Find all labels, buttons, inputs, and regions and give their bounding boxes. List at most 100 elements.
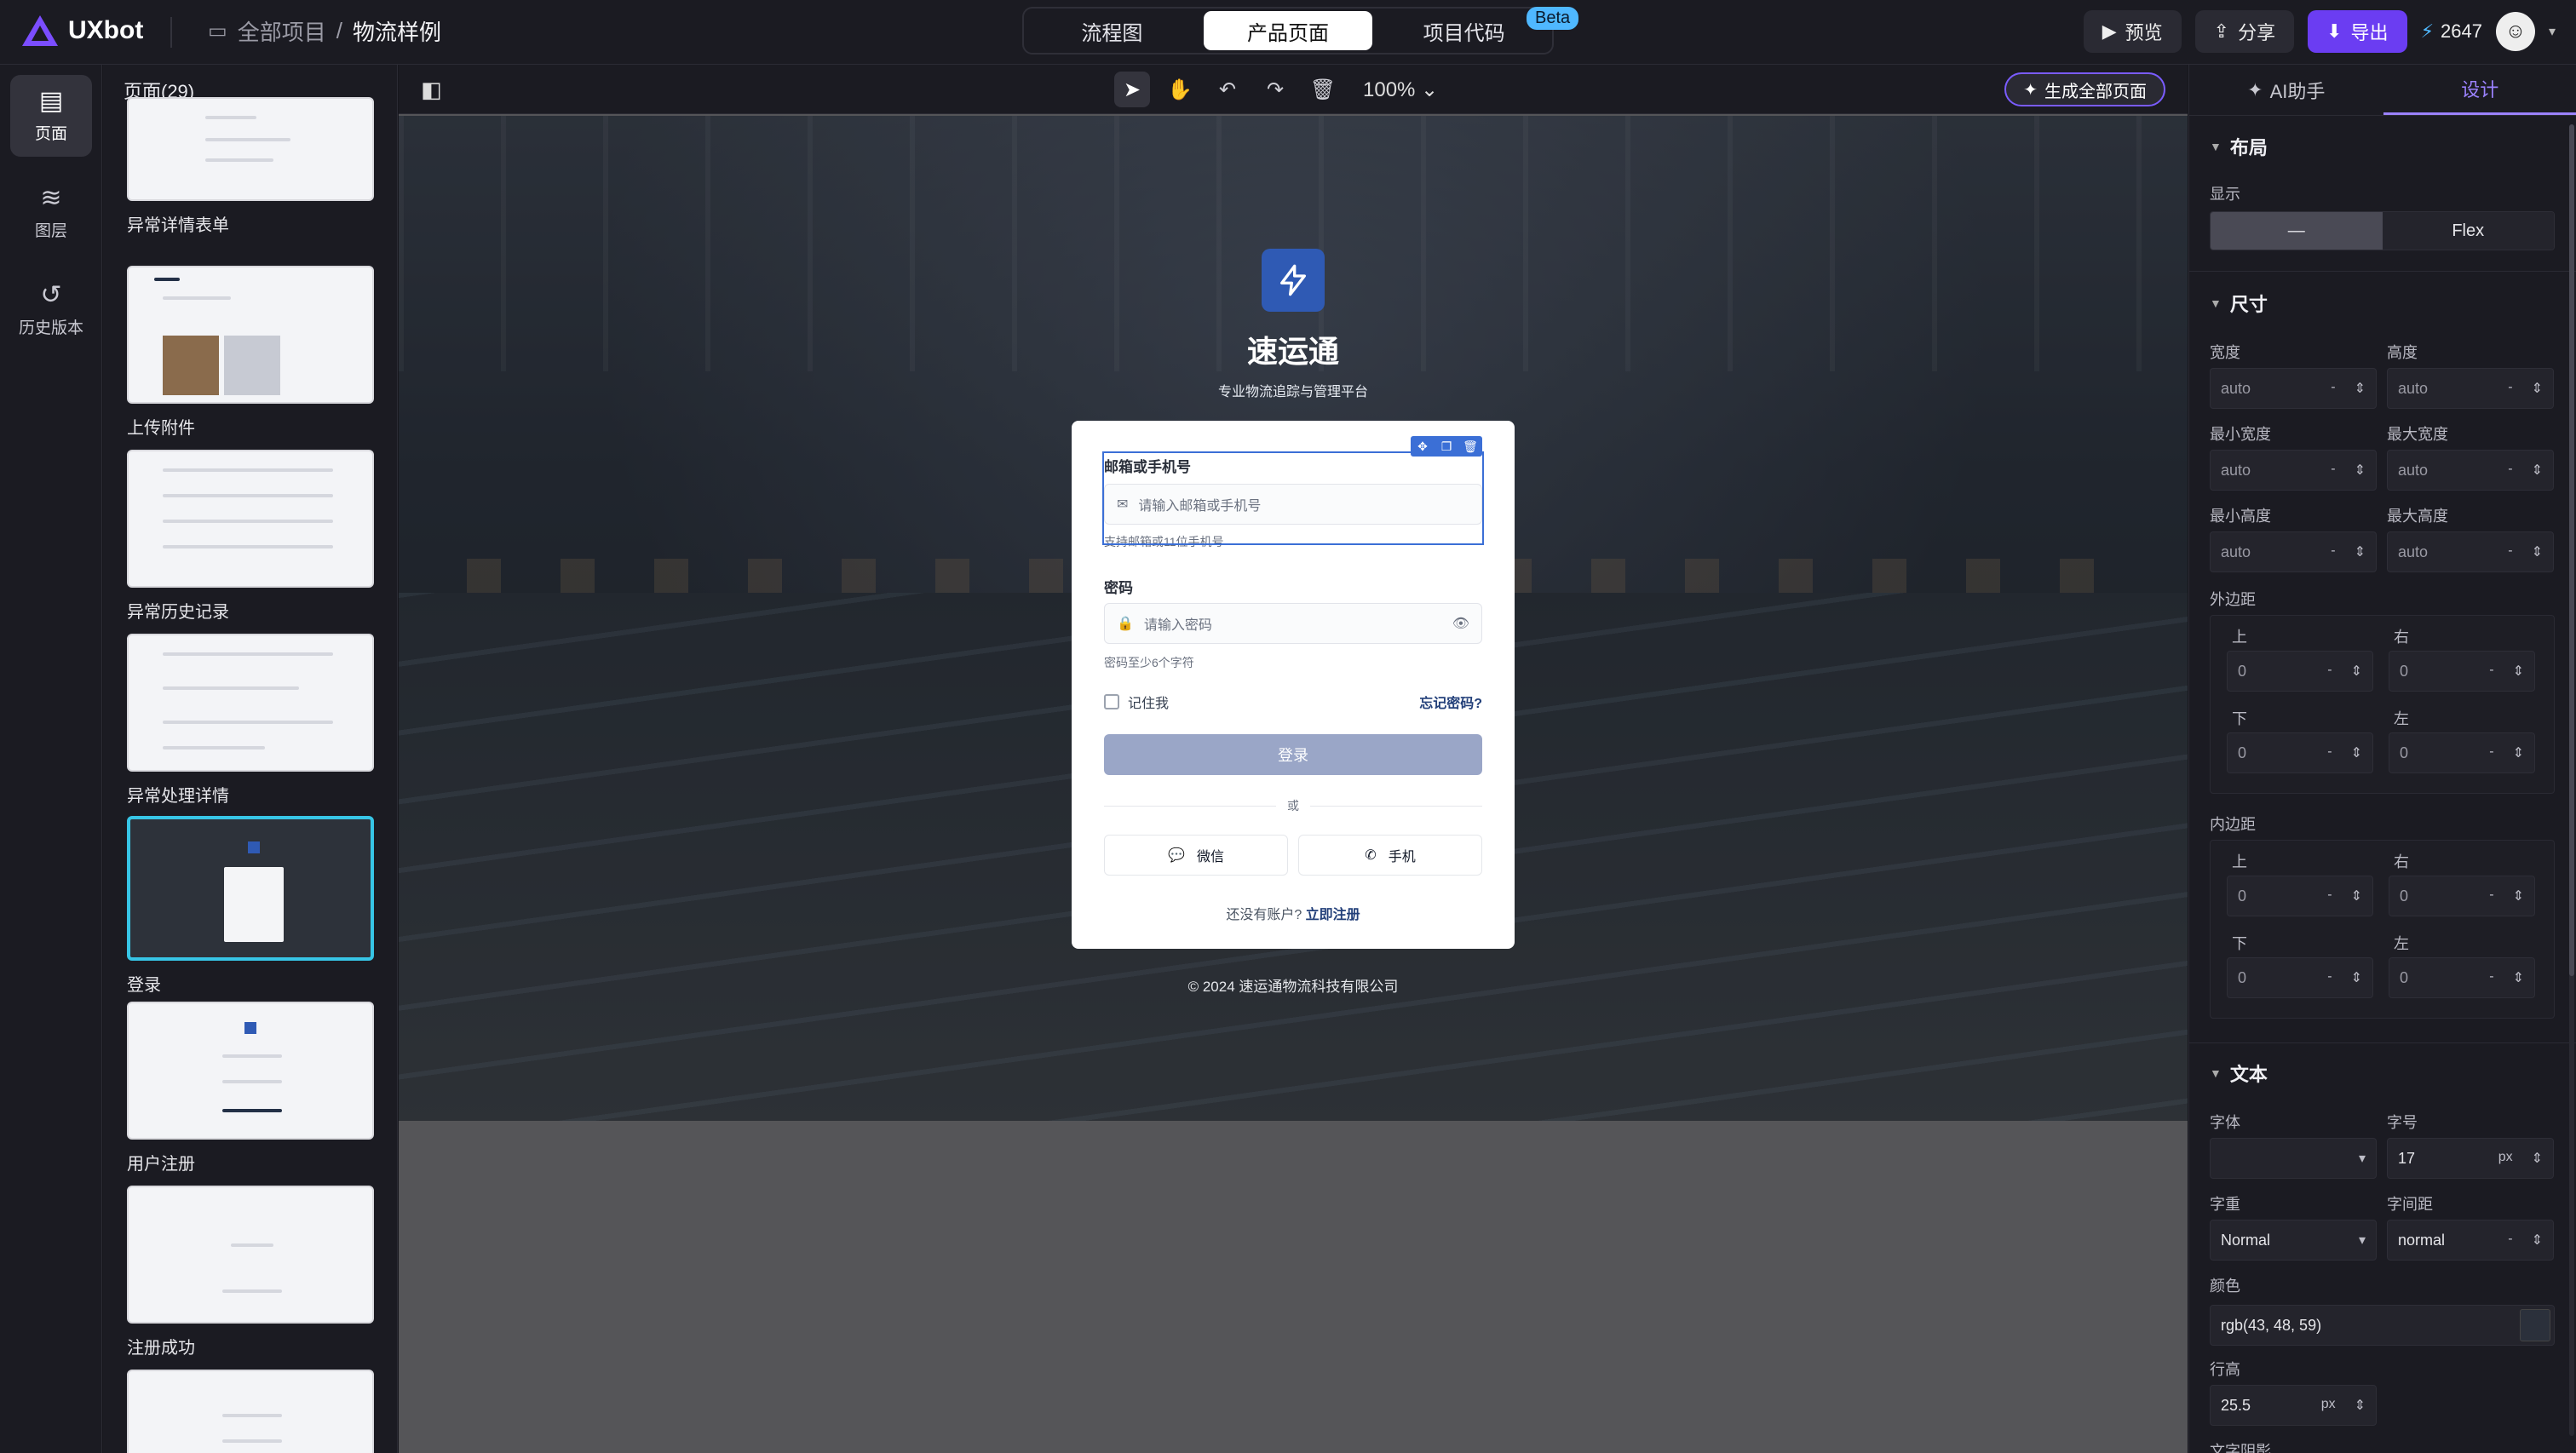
unit-select[interactable]: - [2508, 1232, 2512, 1249]
tab-design[interactable]: 设计 [2383, 65, 2576, 115]
page-thumb[interactable]: 异常详情表单 [127, 65, 374, 236]
page-thumb[interactable]: 异常历史记录 [127, 450, 374, 623]
forgot-password-link[interactable]: 忘记密码? [1419, 692, 1482, 712]
phone-login-button[interactable]: ✆ 手机 [1298, 835, 1482, 876]
avatar[interactable]: ☺ [2495, 12, 2535, 51]
unit-select[interactable]: - [2508, 380, 2512, 397]
font-weight-select[interactable]: Normal ▾ [2210, 1220, 2377, 1261]
stepper-icon[interactable]: ⇕ [2513, 887, 2524, 905]
stepper-icon[interactable]: ⇕ [2532, 543, 2543, 560]
unit-select[interactable]: - [2331, 462, 2335, 479]
unit-select[interactable]: px [2498, 1150, 2513, 1167]
stepper-icon[interactable]: ⇕ [2532, 380, 2543, 397]
max-height-field[interactable]: auto - ⇕ [2387, 531, 2554, 572]
tab-ai-assistant[interactable]: ✦ AI助手 [2189, 65, 2383, 115]
move-icon[interactable]: ✥ [1411, 436, 1435, 457]
margin-top-field[interactable]: 0 - ⇕ [2227, 651, 2373, 692]
stepper-icon[interactable]: ⇕ [2351, 887, 2362, 905]
wechat-login-button[interactable]: 💬 微信 [1104, 835, 1288, 876]
breadcrumb-root[interactable]: 全部项目 [238, 15, 326, 47]
section-size[interactable]: ▼ 尺寸 [2210, 290, 2268, 317]
stepper-icon[interactable]: ⇕ [2355, 1397, 2366, 1414]
unit-select[interactable]: - [2327, 887, 2332, 905]
unit-select[interactable]: - [2489, 663, 2493, 680]
width-field[interactable]: auto - ⇕ [2210, 368, 2377, 409]
eye-icon[interactable]: 👁 [1452, 615, 1469, 632]
section-layout[interactable]: ▼ 布局 [2210, 133, 2268, 160]
preview-button[interactable]: ▶ 预览 [2083, 10, 2182, 53]
logo[interactable]: UXbot [20, 14, 143, 48]
breadcrumb-current[interactable]: 物流样例 [353, 15, 441, 47]
chevron-down-icon[interactable]: ▾ [2549, 23, 2556, 40]
page-thumb[interactable]: 上传附件 [127, 266, 374, 439]
color-field[interactable]: rgb(43, 48, 59) [2210, 1305, 2555, 1346]
page-thumb-selected[interactable]: 登录 [127, 816, 374, 996]
credits-counter[interactable]: ⚡ 2647 [2421, 20, 2482, 43]
unit-select[interactable]: - [2331, 543, 2335, 560]
unit-select[interactable]: - [2331, 380, 2335, 397]
hand-tool-icon[interactable]: ✋ [1162, 72, 1198, 107]
max-width-field[interactable]: auto - ⇕ [2387, 450, 2554, 491]
page-thumb[interactable]: 用户注册 [127, 1002, 374, 1174]
tab-flowchart[interactable]: 流程图 [1027, 11, 1197, 50]
page-thumb[interactable] [127, 1370, 374, 1453]
panel-scrollbar[interactable] [2569, 124, 2574, 1436]
stepper-icon[interactable]: ⇕ [2513, 663, 2524, 680]
select-tool-icon[interactable]: ➤ [1114, 72, 1150, 107]
signup-link[interactable]: 立即注册 [1306, 908, 1360, 922]
stepper-icon[interactable]: ⇕ [2355, 380, 2366, 397]
tab-project-code[interactable]: 项目代码 [1379, 11, 1549, 50]
padding-right-field[interactable]: 0 - ⇕ [2389, 876, 2535, 916]
design-canvas[interactable]: ◧ ➤ ✋ ↶ ↷ 🗑 100% ⌄ ✦ 生成全部页面 速运通 专业物流追踪与管… [399, 65, 2188, 1453]
unit-select[interactable]: - [2508, 543, 2512, 560]
unit-select[interactable]: px [2321, 1397, 2336, 1414]
login-page-frame[interactable]: 速运通 专业物流追踪与管理平台 邮箱或手机号 ✉ 请输入邮箱或手机号 支持邮箱或… [399, 116, 2188, 1121]
display-option-none[interactable]: — [2211, 212, 2383, 250]
stepper-icon[interactable]: ⇕ [2513, 969, 2524, 986]
margin-bottom-field[interactable]: 0 - ⇕ [2227, 732, 2373, 773]
padding-bottom-field[interactable]: 0 - ⇕ [2227, 957, 2373, 998]
padding-left-field[interactable]: 0 - ⇕ [2389, 957, 2535, 998]
undo-icon[interactable]: ↶ [1210, 72, 1245, 107]
height-field[interactable]: auto - ⇕ [2387, 368, 2554, 409]
section-text[interactable]: ▼ 文本 [2210, 1060, 2268, 1087]
stepper-icon[interactable]: ⇕ [2355, 543, 2366, 560]
unit-select[interactable]: - [2327, 969, 2332, 986]
font-size-field[interactable]: 17 px ⇕ [2387, 1138, 2554, 1179]
color-swatch[interactable] [2520, 1309, 2550, 1341]
page-thumb[interactable]: 异常处理详情 [127, 634, 374, 807]
stepper-icon[interactable]: ⇕ [2351, 744, 2362, 761]
redo-icon[interactable]: ↷ [1257, 72, 1293, 107]
stepper-icon[interactable]: ⇕ [2351, 969, 2362, 986]
stepper-icon[interactable]: ⇕ [2513, 744, 2524, 761]
remember-me[interactable]: 记住我 [1104, 692, 1169, 712]
unit-select[interactable]: - [2489, 969, 2493, 986]
min-width-field[interactable]: auto - ⇕ [2210, 450, 2377, 491]
rail-item-history[interactable]: ↺ 历史版本 [10, 269, 92, 351]
delete-icon[interactable]: 🗑 [1305, 72, 1341, 107]
rail-item-pages[interactable]: ▤ 页面 [10, 75, 92, 157]
stepper-icon[interactable]: ⇕ [2532, 1150, 2543, 1167]
line-height-field[interactable]: 25.5 px ⇕ [2210, 1385, 2377, 1426]
password-field[interactable]: 🔒 请输入密码 👁 [1104, 603, 1482, 644]
stepper-icon[interactable]: ⇕ [2351, 663, 2362, 680]
unit-select[interactable]: - [2327, 744, 2332, 761]
trash-icon[interactable]: 🗑 [1458, 436, 1482, 457]
share-button[interactable]: ⇪ 分享 [2194, 10, 2295, 53]
margin-right-field[interactable]: 0 - ⇕ [2389, 651, 2535, 692]
login-button[interactable]: 登录 [1104, 734, 1482, 775]
zoom-select[interactable]: 100% ⌄ [1363, 78, 1438, 102]
generate-all-pages-button[interactable]: ✦ 生成全部页面 [2004, 72, 2165, 106]
unit-select[interactable]: - [2327, 663, 2332, 680]
page-thumb[interactable]: 注册成功 [127, 1186, 374, 1358]
display-option-flex[interactable]: Flex [2382, 212, 2554, 250]
tab-product-pages[interactable]: 产品页面 [1203, 11, 1373, 50]
font-family-select[interactable]: ▾ [2210, 1138, 2377, 1179]
collapse-panel-icon[interactable]: ◧ [421, 77, 442, 103]
unit-select[interactable]: - [2489, 744, 2493, 761]
min-height-field[interactable]: auto - ⇕ [2210, 531, 2377, 572]
unit-select[interactable]: - [2508, 462, 2512, 479]
margin-left-field[interactable]: 0 - ⇕ [2389, 732, 2535, 773]
copy-icon[interactable]: ❐ [1435, 436, 1458, 457]
scrollbar-thumb[interactable] [2569, 124, 2574, 976]
